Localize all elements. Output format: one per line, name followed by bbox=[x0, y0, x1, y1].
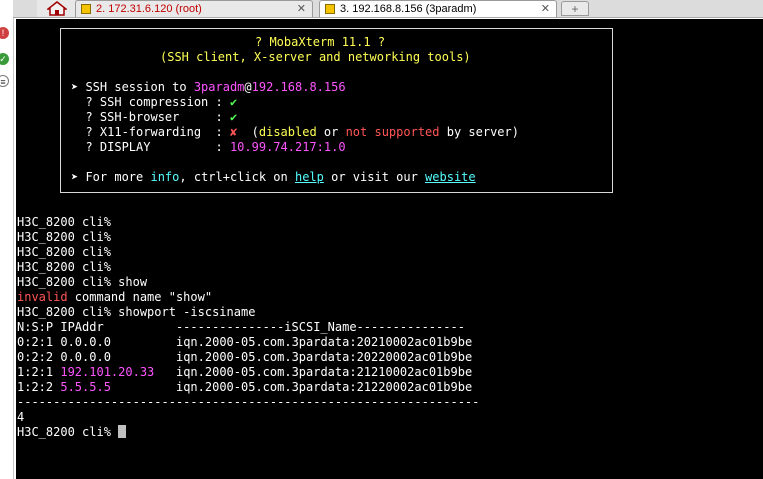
prompt-line: H3C_8200 cli% bbox=[17, 230, 111, 244]
row-ip: 0.0.0.0 bbox=[60, 350, 111, 364]
table-row: 0:2:2 0.0.0.0 iqn.2000-05.com.3pardata:2… bbox=[17, 350, 472, 365]
table-row: 1:2:1 192.101.20.33 iqn.2000-05.com.3par… bbox=[17, 365, 472, 380]
session-user: 3paradm bbox=[193, 80, 245, 94]
error-line: invalid command name "show" bbox=[17, 290, 212, 305]
display-line: ? DISPLAY : 10.99.74.217:1.0 bbox=[71, 140, 346, 155]
text-cursor bbox=[118, 425, 127, 438]
prompt-line: H3C_8200 cli% bbox=[17, 245, 111, 259]
x11-or: or bbox=[316, 125, 346, 139]
x11-note-end: by server) bbox=[439, 125, 519, 139]
active-prompt-line: H3C_8200 cli% bbox=[17, 425, 127, 440]
row-pad bbox=[154, 365, 176, 379]
session-host: 192.168.8.156 bbox=[251, 80, 346, 94]
showport-command-line: H3C_8200 cli% showport -iscsiname bbox=[17, 305, 256, 319]
browser-line: ? SSH-browser : ✔ bbox=[71, 110, 237, 125]
row-iqn: iqn.2000-05.com.3pardata:20220002ac01b9b… bbox=[175, 350, 473, 364]
terminal-area[interactable]: ? MobaXterm 11.1 ? (SSH client, X-server… bbox=[16, 19, 763, 479]
x11-line: ? X11-forwarding : ✘ (disabled or not su… bbox=[71, 125, 519, 140]
row-pad bbox=[111, 350, 176, 364]
display-label: ? DISPLAY : bbox=[71, 140, 230, 154]
error-keyword: invalid bbox=[17, 290, 68, 304]
table-header: N:S:P IPAddr ---------------iSCSI_Name--… bbox=[17, 320, 465, 334]
row-nsp: 1:2:1 bbox=[17, 365, 61, 379]
row-nsp: 1:2:2 bbox=[17, 380, 61, 394]
row-pad bbox=[111, 335, 176, 349]
banner-subtitle: (SSH client, X-server and networking too… bbox=[160, 50, 471, 64]
banner-title: ? MobaXterm 11.1 ? bbox=[255, 35, 386, 49]
prompt-line: H3C_8200 cli% bbox=[17, 215, 111, 229]
x11-not-supported: not supported bbox=[345, 125, 440, 139]
tab-session-2-label: 2. 172.31.6.120 (root) bbox=[96, 3, 202, 15]
more-mid2: or visit our bbox=[323, 170, 426, 184]
session-at: @ bbox=[244, 80, 252, 94]
compression-label: ? SSH compression : bbox=[71, 95, 230, 109]
row-ip: 5.5.5.5 bbox=[60, 380, 111, 394]
row-nsp: 0:2:1 bbox=[17, 335, 61, 349]
table-row: 1:2:2 5.5.5.5 iqn.2000-05.com.3pardata:2… bbox=[17, 380, 472, 395]
website-link[interactable]: website bbox=[425, 170, 476, 184]
row-pad bbox=[111, 380, 176, 394]
tab-session-3[interactable]: 3. 192.168.8.156 (3paradm) ✕ bbox=[319, 0, 557, 17]
info-link[interactable]: info bbox=[150, 170, 179, 184]
row-iqn: iqn.2000-05.com.3pardata:21210002ac01b9b… bbox=[175, 365, 473, 379]
ssh-key-icon bbox=[325, 4, 335, 14]
sidebar-red-icon[interactable]: ! bbox=[0, 27, 9, 39]
home-tab[interactable] bbox=[37, 0, 75, 17]
row-count: 4 bbox=[17, 410, 25, 424]
final-prompt: H3C_8200 cli% bbox=[17, 425, 119, 439]
row-iqn: iqn.2000-05.com.3pardata:20210002ac01b9b… bbox=[175, 335, 473, 349]
tab-session-2[interactable]: 2. 172.31.6.120 (root) ✕ bbox=[75, 0, 313, 17]
more-mid: , ctrl+click on bbox=[179, 170, 295, 184]
help-link[interactable]: help bbox=[295, 170, 324, 184]
tab-strip: 2. 172.31.6.120 (root) ✕ 3. 192.168.8.15… bbox=[13, 0, 763, 18]
more-prefix: ➤ For more bbox=[71, 170, 151, 184]
tab-session-3-label: 3. 192.168.8.156 (3paradm) bbox=[340, 3, 477, 15]
close-icon[interactable]: ✕ bbox=[541, 1, 550, 17]
ssh-session-line: ➤ SSH session to 3paradm@192.168.8.156 bbox=[71, 80, 346, 95]
table-row: 0:2:1 0.0.0.0 iqn.2000-05.com.3pardata:2… bbox=[17, 335, 472, 350]
left-sidebar-edge: ! ✓ ≡ bbox=[0, 0, 14, 479]
display-value: 10.99.74.217:1.0 bbox=[229, 140, 346, 154]
compression-line: ? SSH compression : ✔ bbox=[71, 95, 237, 110]
x11-label: ? X11-forwarding : bbox=[71, 125, 230, 139]
browser-label: ? SSH-browser : bbox=[71, 110, 230, 124]
error-message: command name "show" bbox=[67, 290, 213, 304]
sidebar-check-icon[interactable]: ✓ bbox=[0, 53, 9, 65]
prompt-line: H3C_8200 cli% bbox=[17, 260, 111, 274]
x11-disabled: disabled bbox=[258, 125, 317, 139]
x11-note-open: ( bbox=[237, 125, 259, 139]
sidebar-menu-icon[interactable]: ≡ bbox=[0, 75, 9, 87]
row-ip: 192.101.20.33 bbox=[60, 365, 155, 379]
ssh-session-prefix: ➤ SSH session to bbox=[71, 80, 194, 94]
home-icon bbox=[47, 1, 67, 16]
welcome-banner: ? MobaXterm 11.1 ? (SSH client, X-server… bbox=[60, 28, 613, 193]
row-iqn: iqn.2000-05.com.3pardata:21220002ac01b9b… bbox=[175, 380, 473, 394]
new-tab-button[interactable]: + bbox=[561, 1, 589, 16]
show-command-line: H3C_8200 cli% show bbox=[17, 275, 148, 289]
row-nsp: 0:2:2 bbox=[17, 350, 61, 364]
ssh-key-icon bbox=[81, 4, 91, 14]
check-icon: ✔ bbox=[229, 110, 238, 124]
close-icon[interactable]: ✕ bbox=[297, 1, 306, 17]
check-icon: ✔ bbox=[229, 95, 238, 109]
row-ip: 0.0.0.0 bbox=[60, 335, 111, 349]
more-info-line: ➤ For more info, ctrl+click on help or v… bbox=[71, 170, 476, 185]
table-separator: ----------------------------------------… bbox=[17, 395, 480, 409]
